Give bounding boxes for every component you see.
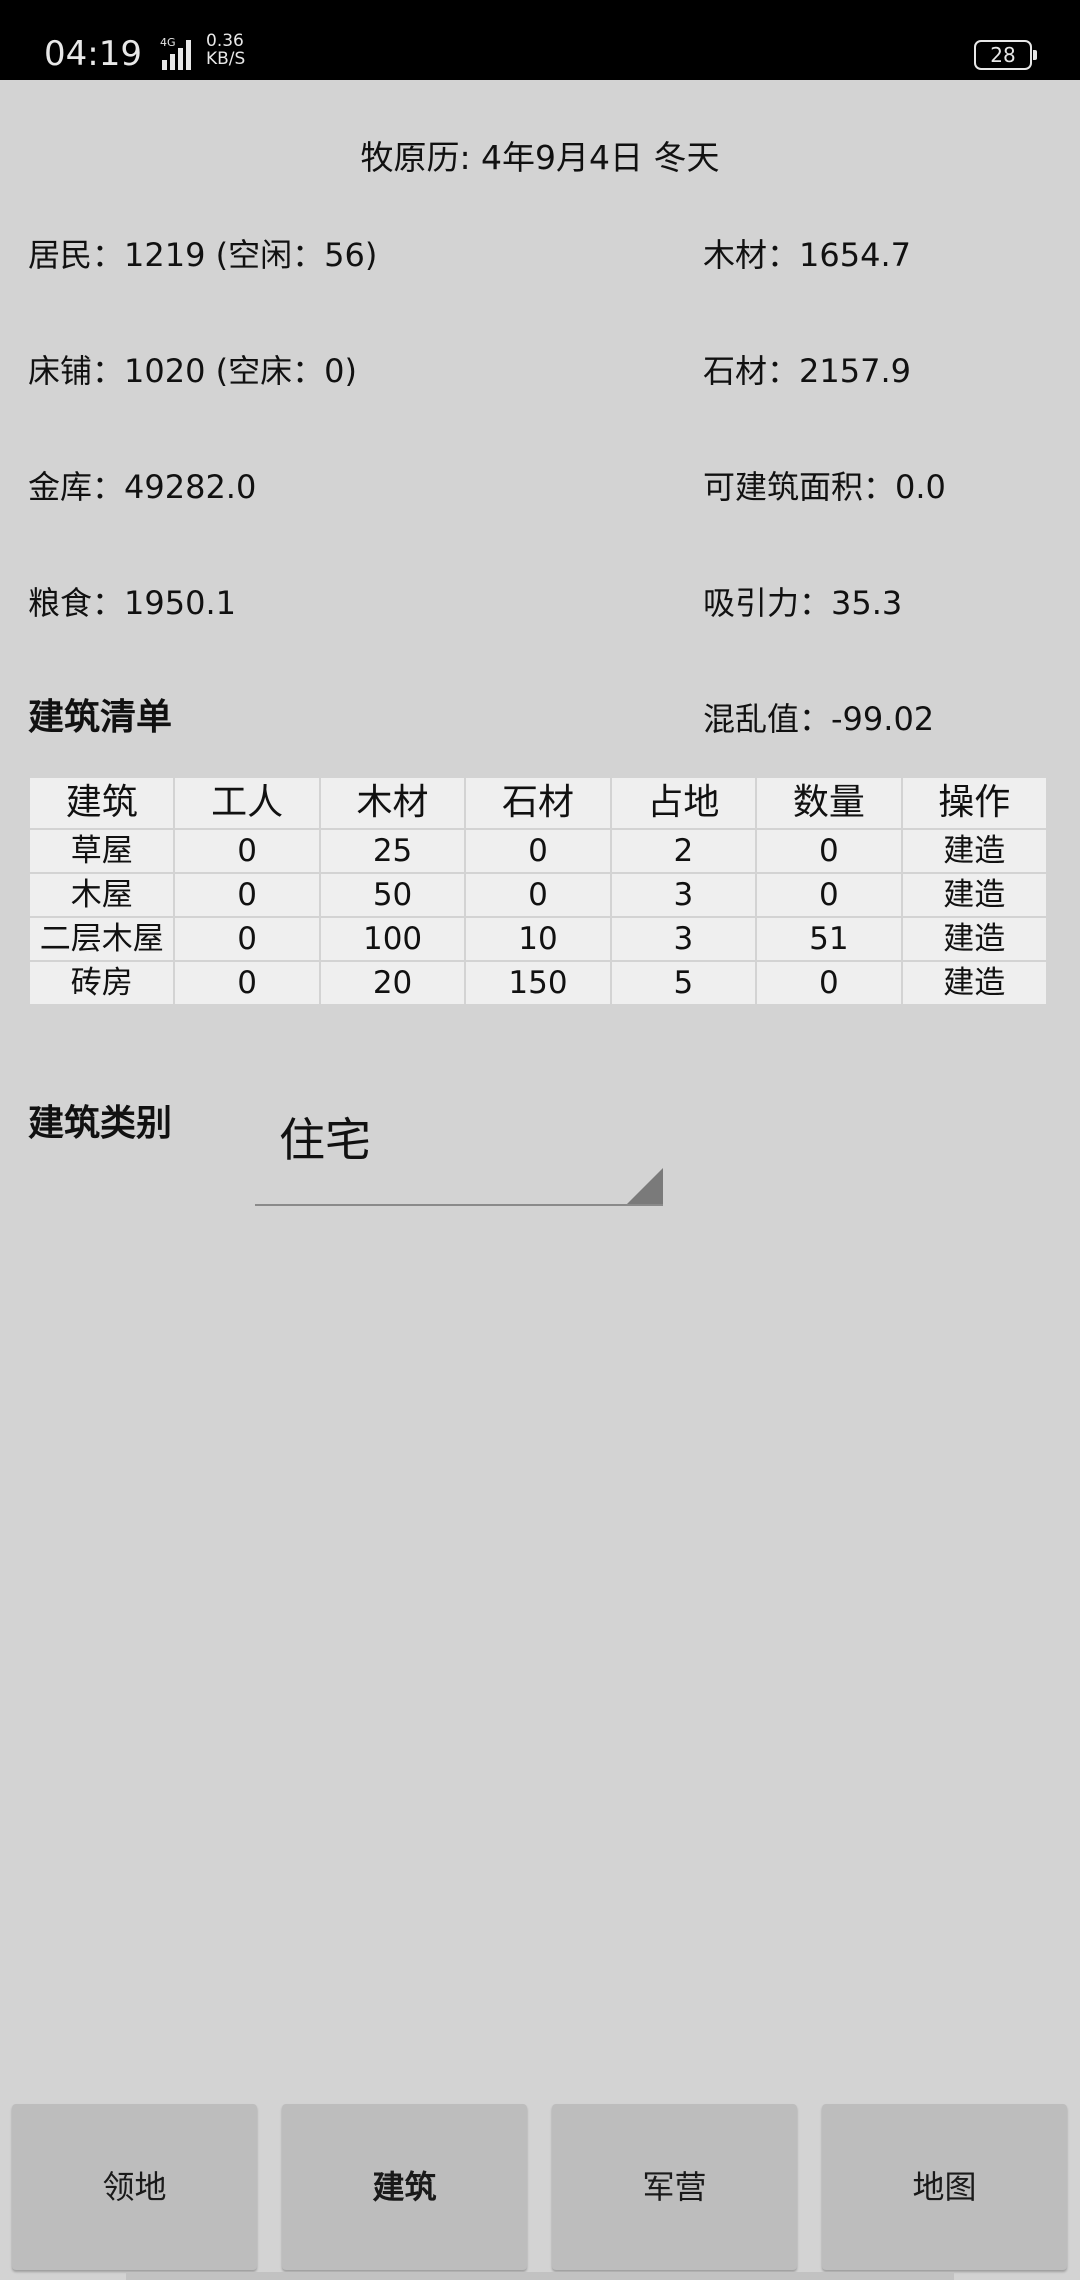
nav-buildings-button[interactable]: 建筑 (282, 2104, 527, 2270)
count-cell: 51 (755, 916, 903, 962)
signal-icon: 4G (160, 36, 191, 70)
treasury-stat: 金库：49282.0 (28, 468, 257, 506)
residents-stat: 居民：1219 (空闲：56) (28, 236, 378, 274)
wood-cell: 20 (318, 960, 467, 1006)
dropdown-arrow-icon (627, 1168, 663, 1204)
nav-map-button[interactable]: 地图 (822, 2104, 1067, 2270)
wood-cell: 25 (318, 828, 467, 874)
bottom-edge-strip (126, 2272, 954, 2280)
category-select[interactable]: 住宅 (255, 1096, 663, 1206)
battery-level: 28 (990, 43, 1016, 67)
food-stat: 粮食：1950.1 (28, 584, 236, 622)
wood-stat: 木材：1654.7 (703, 236, 911, 274)
network-type: 4G (160, 36, 176, 49)
table-row: 砖房 0 20 150 5 0 建造 (27, 960, 1049, 1006)
header-count: 数量 (755, 776, 903, 830)
status-time: 04:19 (44, 34, 142, 74)
area-cell: 2 (609, 828, 758, 874)
stone-cell: 0 (464, 872, 612, 918)
table-row: 木屋 0 50 0 3 0 建造 (27, 872, 1049, 918)
building-name: 砖房 (27, 960, 176, 1006)
area-cell: 3 (609, 872, 758, 918)
area-cell: 5 (609, 960, 758, 1006)
header-workers: 工人 (173, 776, 321, 830)
workers-cell: 0 (173, 916, 321, 962)
workers-cell: 0 (173, 828, 321, 874)
build-button[interactable]: 建造 (900, 960, 1049, 1006)
nav-territory-button[interactable]: 领地 (12, 2104, 257, 2270)
building-table: 建筑 工人 木材 石材 占地 数量 操作 草屋 0 25 0 2 0 建造 木屋… (27, 776, 1049, 1006)
build-button[interactable]: 建造 (900, 872, 1049, 918)
nav-barracks-button[interactable]: 军营 (552, 2104, 797, 2270)
speed-value: 0.36 (206, 31, 244, 51)
count-cell: 0 (755, 872, 903, 918)
stone-cell: 150 (464, 960, 612, 1006)
building-name: 二层木屋 (27, 916, 176, 962)
header-stone: 石材 (464, 776, 612, 830)
count-cell: 0 (755, 828, 903, 874)
table-header-row: 建筑 工人 木材 石材 占地 数量 操作 (27, 776, 1049, 830)
building-name: 木屋 (27, 872, 176, 918)
header-action: 操作 (900, 776, 1049, 830)
header-area: 占地 (609, 776, 758, 830)
stone-cell: 0 (464, 828, 612, 874)
wood-cell: 50 (318, 872, 467, 918)
battery-icon: 28 (974, 40, 1037, 70)
building-list-title: 建筑清单 (28, 697, 173, 738)
header-building: 建筑 (27, 776, 176, 830)
build-area-stat: 可建筑面积：0.0 (703, 468, 946, 506)
header-wood: 木材 (318, 776, 467, 830)
category-label: 建筑类别 (28, 1103, 173, 1144)
beds-stat: 床铺：1020 (空床：0) (28, 352, 357, 390)
attraction-stat: 吸引力：35.3 (703, 584, 903, 622)
stone-stat: 石材：2157.9 (703, 352, 911, 390)
status-bar: 04:19 4G 0.36 KB/S 28 (0, 0, 1080, 80)
calendar-date: 牧原历: 4年9月4日 冬天 (360, 138, 720, 177)
build-button[interactable]: 建造 (900, 916, 1049, 962)
count-cell: 0 (755, 960, 903, 1006)
speed-unit: KB/S (206, 49, 246, 69)
category-selected-value: 住宅 (279, 1113, 371, 1167)
workers-cell: 0 (173, 960, 321, 1006)
network-speed: 0.36 KB/S (206, 32, 245, 68)
table-row: 草屋 0 25 0 2 0 建造 (27, 828, 1049, 874)
stone-cell: 10 (464, 916, 612, 962)
area-cell: 3 (609, 916, 758, 962)
wood-cell: 100 (318, 916, 467, 962)
table-row: 二层木屋 0 100 10 3 51 建造 (27, 916, 1049, 962)
build-button[interactable]: 建造 (900, 828, 1049, 874)
building-name: 草屋 (27, 828, 176, 874)
workers-cell: 0 (173, 872, 321, 918)
chaos-stat: 混乱值：-99.02 (703, 700, 935, 738)
